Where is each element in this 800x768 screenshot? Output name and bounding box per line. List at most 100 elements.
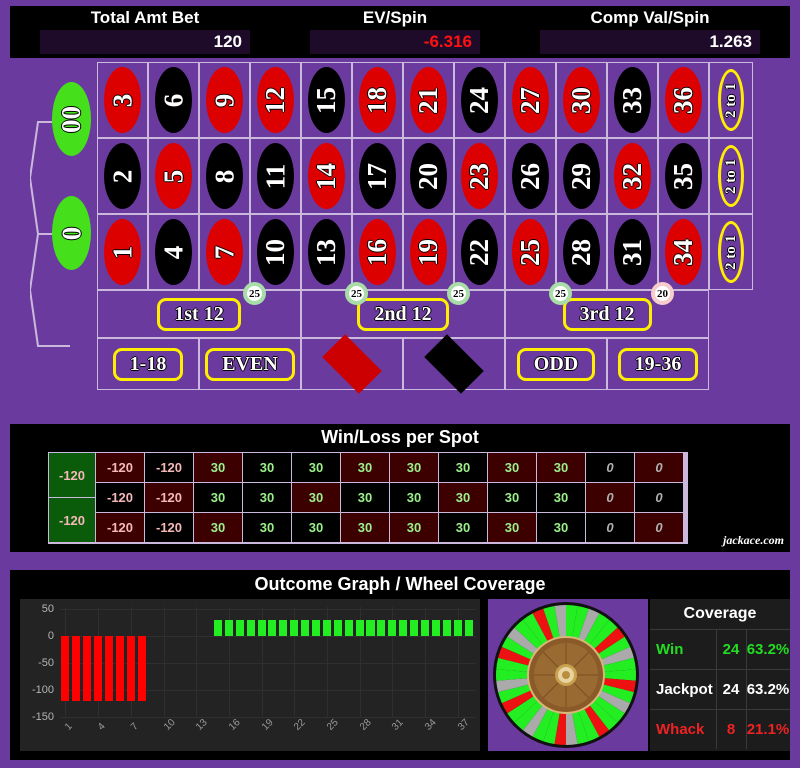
number-cell-17[interactable]: 17 bbox=[352, 138, 403, 214]
number-oval: 26 bbox=[512, 143, 549, 209]
number-cell-32[interactable]: 32 bbox=[607, 138, 658, 214]
number-cell-36[interactable]: 36 bbox=[658, 62, 709, 138]
chart-bar bbox=[137, 636, 146, 701]
number-cell-21[interactable]: 21 bbox=[403, 62, 454, 138]
number-cell-12[interactable]: 12 bbox=[250, 62, 301, 138]
dozen-bet-1[interactable]: 1st 12 bbox=[97, 290, 301, 338]
column-bet-label: 2 to 1 bbox=[722, 158, 739, 194]
number-cell-18[interactable]: 18 bbox=[352, 62, 403, 138]
number-cell-14[interactable]: 14 bbox=[301, 138, 352, 214]
stat-value: 120 bbox=[40, 30, 250, 54]
number-oval: 34 bbox=[665, 219, 702, 285]
chart-bar bbox=[355, 619, 364, 636]
chart-gridline-v bbox=[196, 607, 198, 717]
chip-1[interactable]: 25 bbox=[345, 282, 368, 305]
column-bet-3[interactable]: 2 to 1 bbox=[709, 214, 753, 290]
column-bet-2[interactable]: 2 to 1 bbox=[709, 138, 753, 214]
outside-bet-even[interactable]: EVEN bbox=[199, 338, 301, 390]
number-label: 2 bbox=[107, 169, 137, 183]
outside-bet-19-36[interactable]: 19-36 bbox=[607, 338, 709, 390]
chip-3[interactable]: 25 bbox=[549, 282, 572, 305]
win-loss-cell: -120 bbox=[96, 453, 144, 482]
dozen-bet-2[interactable]: 2nd 12 bbox=[301, 290, 505, 338]
number-cell-20[interactable]: 20 bbox=[403, 138, 454, 214]
number-cell-34[interactable]: 34 bbox=[658, 214, 709, 290]
number-cell-3[interactable]: 3 bbox=[97, 62, 148, 138]
coverage-title: Coverage bbox=[683, 605, 757, 622]
win-loss-value: 30 bbox=[259, 490, 275, 505]
number-cell-31[interactable]: 31 bbox=[607, 214, 658, 290]
stat-2: Comp Val/Spin 1.263 bbox=[510, 6, 790, 58]
number-cell-6[interactable]: 6 bbox=[148, 62, 199, 138]
number-label: 6 bbox=[158, 93, 188, 107]
number-cell-22[interactable]: 22 bbox=[454, 214, 505, 290]
number-cell-15[interactable]: 15 bbox=[301, 62, 352, 138]
number-cell-19[interactable]: 19 bbox=[403, 214, 454, 290]
win-loss-value: -120 bbox=[155, 520, 183, 535]
chip-2[interactable]: 25 bbox=[447, 282, 470, 305]
dozen-label: 3rd 12 bbox=[562, 297, 652, 331]
stat-label: Comp Val/Spin bbox=[590, 8, 710, 27]
chart-bar bbox=[442, 619, 451, 636]
win-loss-value: 30 bbox=[357, 460, 373, 475]
number-cell-4[interactable]: 4 bbox=[148, 214, 199, 290]
number-cell-8[interactable]: 8 bbox=[199, 138, 250, 214]
number-cell-24[interactable]: 24 bbox=[454, 62, 505, 138]
chart-bar bbox=[366, 619, 375, 636]
number-cell-9[interactable]: 9 bbox=[199, 62, 250, 138]
number-label: 31 bbox=[617, 238, 647, 266]
chart-bar bbox=[388, 619, 397, 636]
number-cell-23[interactable]: 23 bbox=[454, 138, 505, 214]
number-label: 18 bbox=[362, 86, 392, 114]
zero-cell-0[interactable]: 0 bbox=[46, 176, 97, 290]
number-label: 15 bbox=[311, 86, 341, 114]
win-loss-title: Win/Loss per Spot bbox=[321, 427, 479, 447]
zero-cell-00[interactable]: 00 bbox=[46, 62, 97, 176]
chart-bar bbox=[311, 619, 321, 636]
column-bet-1[interactable]: 2 to 1 bbox=[709, 62, 753, 138]
number-cell-26[interactable]: 26 bbox=[505, 138, 556, 214]
win-loss-row: -120 -120 30 30 30 30 30 30 30 30 0 0 bbox=[96, 513, 684, 542]
dozen-label: 2nd 12 bbox=[357, 297, 449, 331]
number-label: 19 bbox=[413, 238, 443, 266]
chip-0[interactable]: 25 bbox=[243, 282, 266, 305]
win-loss-zero-cell-0: -120 bbox=[49, 453, 95, 497]
dozen-bet-3[interactable]: 3rd 12 bbox=[505, 290, 709, 338]
chart-x-tick: 16 bbox=[226, 717, 243, 733]
chart-x-tick: 1 bbox=[63, 721, 76, 733]
stat-value: -6.316 bbox=[310, 30, 480, 54]
outside-bet-1-18[interactable]: 1-18 bbox=[97, 338, 199, 390]
win-loss-cell: 30 bbox=[537, 483, 585, 512]
number-label: 27 bbox=[515, 86, 545, 114]
chart-x-tick: 10 bbox=[161, 717, 178, 733]
number-cell-10[interactable]: 10 bbox=[250, 214, 301, 290]
number-cell-16[interactable]: 16 bbox=[352, 214, 403, 290]
number-cell-29[interactable]: 29 bbox=[556, 138, 607, 214]
zero-oval-0[interactable]: 0 bbox=[52, 196, 91, 270]
zero-oval-00[interactable]: 00 bbox=[52, 82, 91, 156]
number-cell-25[interactable]: 25 bbox=[505, 214, 556, 290]
outside-bet-red[interactable] bbox=[301, 334, 403, 394]
chip-4[interactable]: 20 bbox=[651, 282, 674, 305]
number-label: 8 bbox=[209, 169, 239, 183]
number-cell-11[interactable]: 11 bbox=[250, 138, 301, 214]
number-cell-35[interactable]: 35 bbox=[658, 138, 709, 214]
win-loss-value: -120 bbox=[106, 460, 134, 475]
chart-x-tick: 25 bbox=[324, 717, 341, 733]
win-loss-cell: 30 bbox=[243, 453, 291, 482]
number-label: 36 bbox=[668, 86, 698, 114]
number-cell-30[interactable]: 30 bbox=[556, 62, 607, 138]
number-cell-33[interactable]: 33 bbox=[607, 62, 658, 138]
outside-bet-odd[interactable]: ODD bbox=[505, 338, 607, 390]
number-label: 5 bbox=[158, 169, 188, 183]
number-cell-5[interactable]: 5 bbox=[148, 138, 199, 214]
number-cell-27[interactable]: 27 bbox=[505, 62, 556, 138]
number-cell-2[interactable]: 2 bbox=[97, 138, 148, 214]
number-cell-28[interactable]: 28 bbox=[556, 214, 607, 290]
chart-bar bbox=[115, 636, 124, 701]
number-cell-1[interactable]: 1 bbox=[97, 214, 148, 290]
column-bet-ring: 2 to 1 bbox=[718, 145, 744, 207]
number-cell-7[interactable]: 7 bbox=[199, 214, 250, 290]
outside-bet-black[interactable] bbox=[403, 334, 505, 394]
number-cell-13[interactable]: 13 bbox=[301, 214, 352, 290]
